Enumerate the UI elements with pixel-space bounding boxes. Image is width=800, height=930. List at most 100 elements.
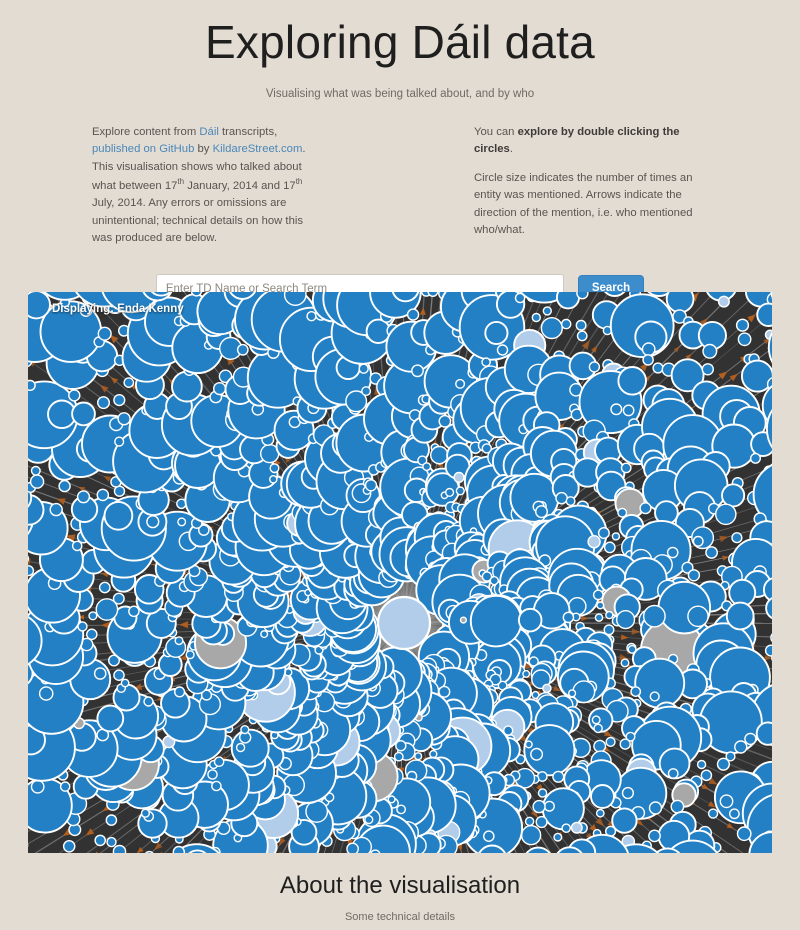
link-dail[interactable]: Dáil (199, 126, 218, 138)
graph-node[interactable] (560, 318, 572, 330)
graph-node[interactable] (611, 807, 638, 834)
graph-node[interactable] (213, 381, 227, 396)
graph-node[interactable] (576, 292, 589, 300)
graph-node[interactable] (570, 821, 583, 834)
graph-node[interactable] (717, 295, 730, 308)
graph-node[interactable] (617, 366, 647, 396)
graph-node[interactable] (705, 546, 718, 559)
graph-node[interactable] (88, 611, 98, 621)
graph-node[interactable] (185, 650, 195, 660)
graph-node[interactable] (648, 829, 661, 843)
graph-node[interactable] (38, 686, 54, 701)
graph-node[interactable] (455, 486, 465, 496)
graph-node[interactable] (306, 311, 317, 322)
graph-node[interactable] (532, 799, 546, 814)
graph-node[interactable] (542, 306, 552, 316)
graph-node[interactable] (96, 704, 125, 733)
graph-node[interactable] (597, 526, 610, 539)
graph-node[interactable] (207, 769, 218, 780)
graph-node[interactable] (112, 592, 125, 605)
graph-node[interactable] (459, 616, 468, 624)
graph-node[interactable] (735, 318, 750, 332)
graph-node[interactable] (28, 565, 35, 577)
graph-node[interactable] (174, 686, 186, 698)
graph-node[interactable] (422, 462, 432, 472)
graph-node[interactable] (702, 343, 718, 359)
graph-node[interactable] (260, 630, 269, 639)
graph-node[interactable] (68, 389, 81, 402)
graph-node[interactable] (28, 292, 51, 320)
graph-node[interactable] (524, 816, 535, 827)
graph-node[interactable] (588, 361, 601, 373)
graph-node[interactable] (641, 342, 656, 357)
graph-node[interactable] (113, 669, 125, 682)
graph-node[interactable] (756, 302, 772, 327)
graph-node[interactable] (593, 739, 607, 753)
graph-node[interactable] (555, 491, 568, 505)
graph-node[interactable] (639, 502, 652, 515)
graph-node[interactable] (143, 696, 154, 707)
graph-node[interactable] (481, 357, 491, 367)
graph-node[interactable] (615, 610, 636, 630)
graph-node[interactable] (603, 541, 616, 554)
graph-node[interactable] (719, 794, 734, 809)
graph-node[interactable] (396, 804, 406, 815)
graph-node[interactable] (346, 842, 359, 853)
graph-node[interactable] (97, 326, 112, 341)
graph-node[interactable] (610, 403, 623, 416)
graph-node[interactable] (482, 830, 495, 843)
graph-node[interactable] (49, 502, 63, 517)
graph-node[interactable] (93, 667, 107, 680)
graph-node[interactable] (103, 500, 134, 531)
graph-node[interactable] (112, 844, 127, 854)
graph-node[interactable] (113, 393, 126, 407)
graph-node[interactable] (114, 436, 125, 447)
graph-node[interactable] (30, 779, 45, 794)
graph-node[interactable] (414, 752, 423, 761)
graph-node[interactable] (94, 834, 106, 847)
graph-node[interactable] (177, 517, 187, 527)
graph-node[interactable] (634, 657, 686, 709)
graph-node[interactable] (737, 332, 752, 347)
graph-node[interactable] (113, 485, 126, 497)
graph-node[interactable] (652, 362, 664, 374)
graph-node[interactable] (553, 832, 563, 842)
graph-node[interactable] (361, 386, 372, 397)
graph-node[interactable] (469, 594, 523, 648)
graph-node[interactable] (123, 377, 135, 389)
graph-node[interactable] (622, 404, 635, 417)
graph-node[interactable] (71, 401, 96, 427)
graph-node[interactable] (28, 379, 36, 391)
graph-node[interactable] (269, 463, 280, 474)
graph-node[interactable] (701, 363, 714, 376)
graph-node[interactable] (715, 503, 737, 526)
graph-node[interactable] (575, 319, 587, 331)
graph-node[interactable] (555, 292, 581, 310)
graph-node[interactable] (643, 604, 666, 628)
graph-node[interactable] (596, 601, 605, 610)
graph-node[interactable] (692, 535, 704, 547)
graph-node[interactable] (517, 607, 543, 633)
graph-node[interactable] (594, 613, 604, 622)
graph-node[interactable] (96, 488, 110, 502)
graph-node[interactable] (411, 364, 424, 378)
graph-node[interactable] (370, 849, 381, 853)
graph-node[interactable] (174, 636, 184, 646)
graph-node[interactable] (562, 611, 575, 624)
graph-node[interactable] (105, 814, 118, 826)
graph-node[interactable] (522, 669, 531, 678)
graph-node[interactable] (58, 479, 71, 493)
graph-node[interactable] (62, 840, 76, 853)
visualisation-panel[interactable]: Displaying: Enda Kenny (28, 292, 772, 853)
graph-node[interactable] (552, 770, 565, 783)
graph-node[interactable] (543, 800, 555, 812)
graph-node[interactable] (520, 825, 542, 846)
graph-node[interactable] (620, 658, 630, 668)
graph-node[interactable] (211, 780, 222, 792)
graph-node[interactable] (716, 757, 731, 771)
graph-node[interactable] (427, 292, 439, 297)
graph-node[interactable] (744, 732, 757, 746)
graph-node[interactable] (172, 845, 185, 854)
graph-node[interactable] (540, 316, 563, 340)
graph-node[interactable] (565, 496, 576, 507)
